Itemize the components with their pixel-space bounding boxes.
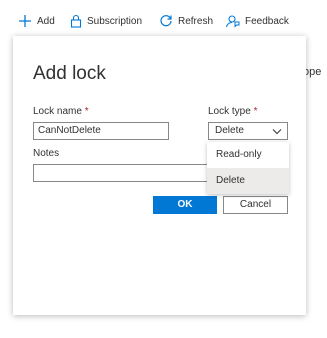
- lock-type-label-text: Lock type: [208, 106, 251, 117]
- add-button[interactable]: Add: [18, 12, 55, 30]
- lock-name-input[interactable]: CanNotDelete: [33, 122, 169, 140]
- lock-type-label: Lock type *: [208, 106, 258, 117]
- lock-type-select[interactable]: Delete: [208, 122, 288, 140]
- toolbar: Add Subscription Refresh Feedback: [0, 0, 327, 40]
- chevron-down-icon: [272, 127, 282, 139]
- lock-name-label: Lock name *: [33, 106, 89, 117]
- refresh-label: Refresh: [178, 15, 214, 27]
- add-lock-dialog: Add lock Lock name * CanNotDelete Lock t…: [13, 36, 306, 315]
- subscription-label: Subscription: [87, 15, 143, 27]
- required-marker: *: [253, 106, 258, 117]
- required-marker: *: [84, 106, 89, 117]
- dialog-title: Add lock: [33, 63, 106, 84]
- subscription-button[interactable]: Subscription: [70, 12, 142, 30]
- cancel-button[interactable]: Cancel: [223, 196, 288, 214]
- lock-type-dropdown: Read-only Delete: [207, 142, 289, 194]
- feedback-button[interactable]: Feedback: [225, 12, 289, 30]
- feedback-label: Feedback: [245, 15, 289, 27]
- option-read-only[interactable]: Read-only: [207, 142, 289, 168]
- feedback-icon: [225, 14, 240, 28]
- ok-button[interactable]: OK: [153, 196, 217, 214]
- notes-label: Notes: [33, 148, 60, 159]
- lock-name-value: CanNotDelete: [38, 125, 101, 136]
- add-label: Add: [37, 15, 55, 27]
- refresh-icon: [159, 14, 173, 28]
- plus-icon: [18, 14, 32, 28]
- refresh-button[interactable]: Refresh: [159, 12, 213, 30]
- option-delete[interactable]: Delete: [207, 168, 289, 194]
- lock-icon: [70, 14, 82, 28]
- lock-type-value: Delete: [215, 125, 244, 136]
- lock-name-label-text: Lock name: [33, 106, 82, 117]
